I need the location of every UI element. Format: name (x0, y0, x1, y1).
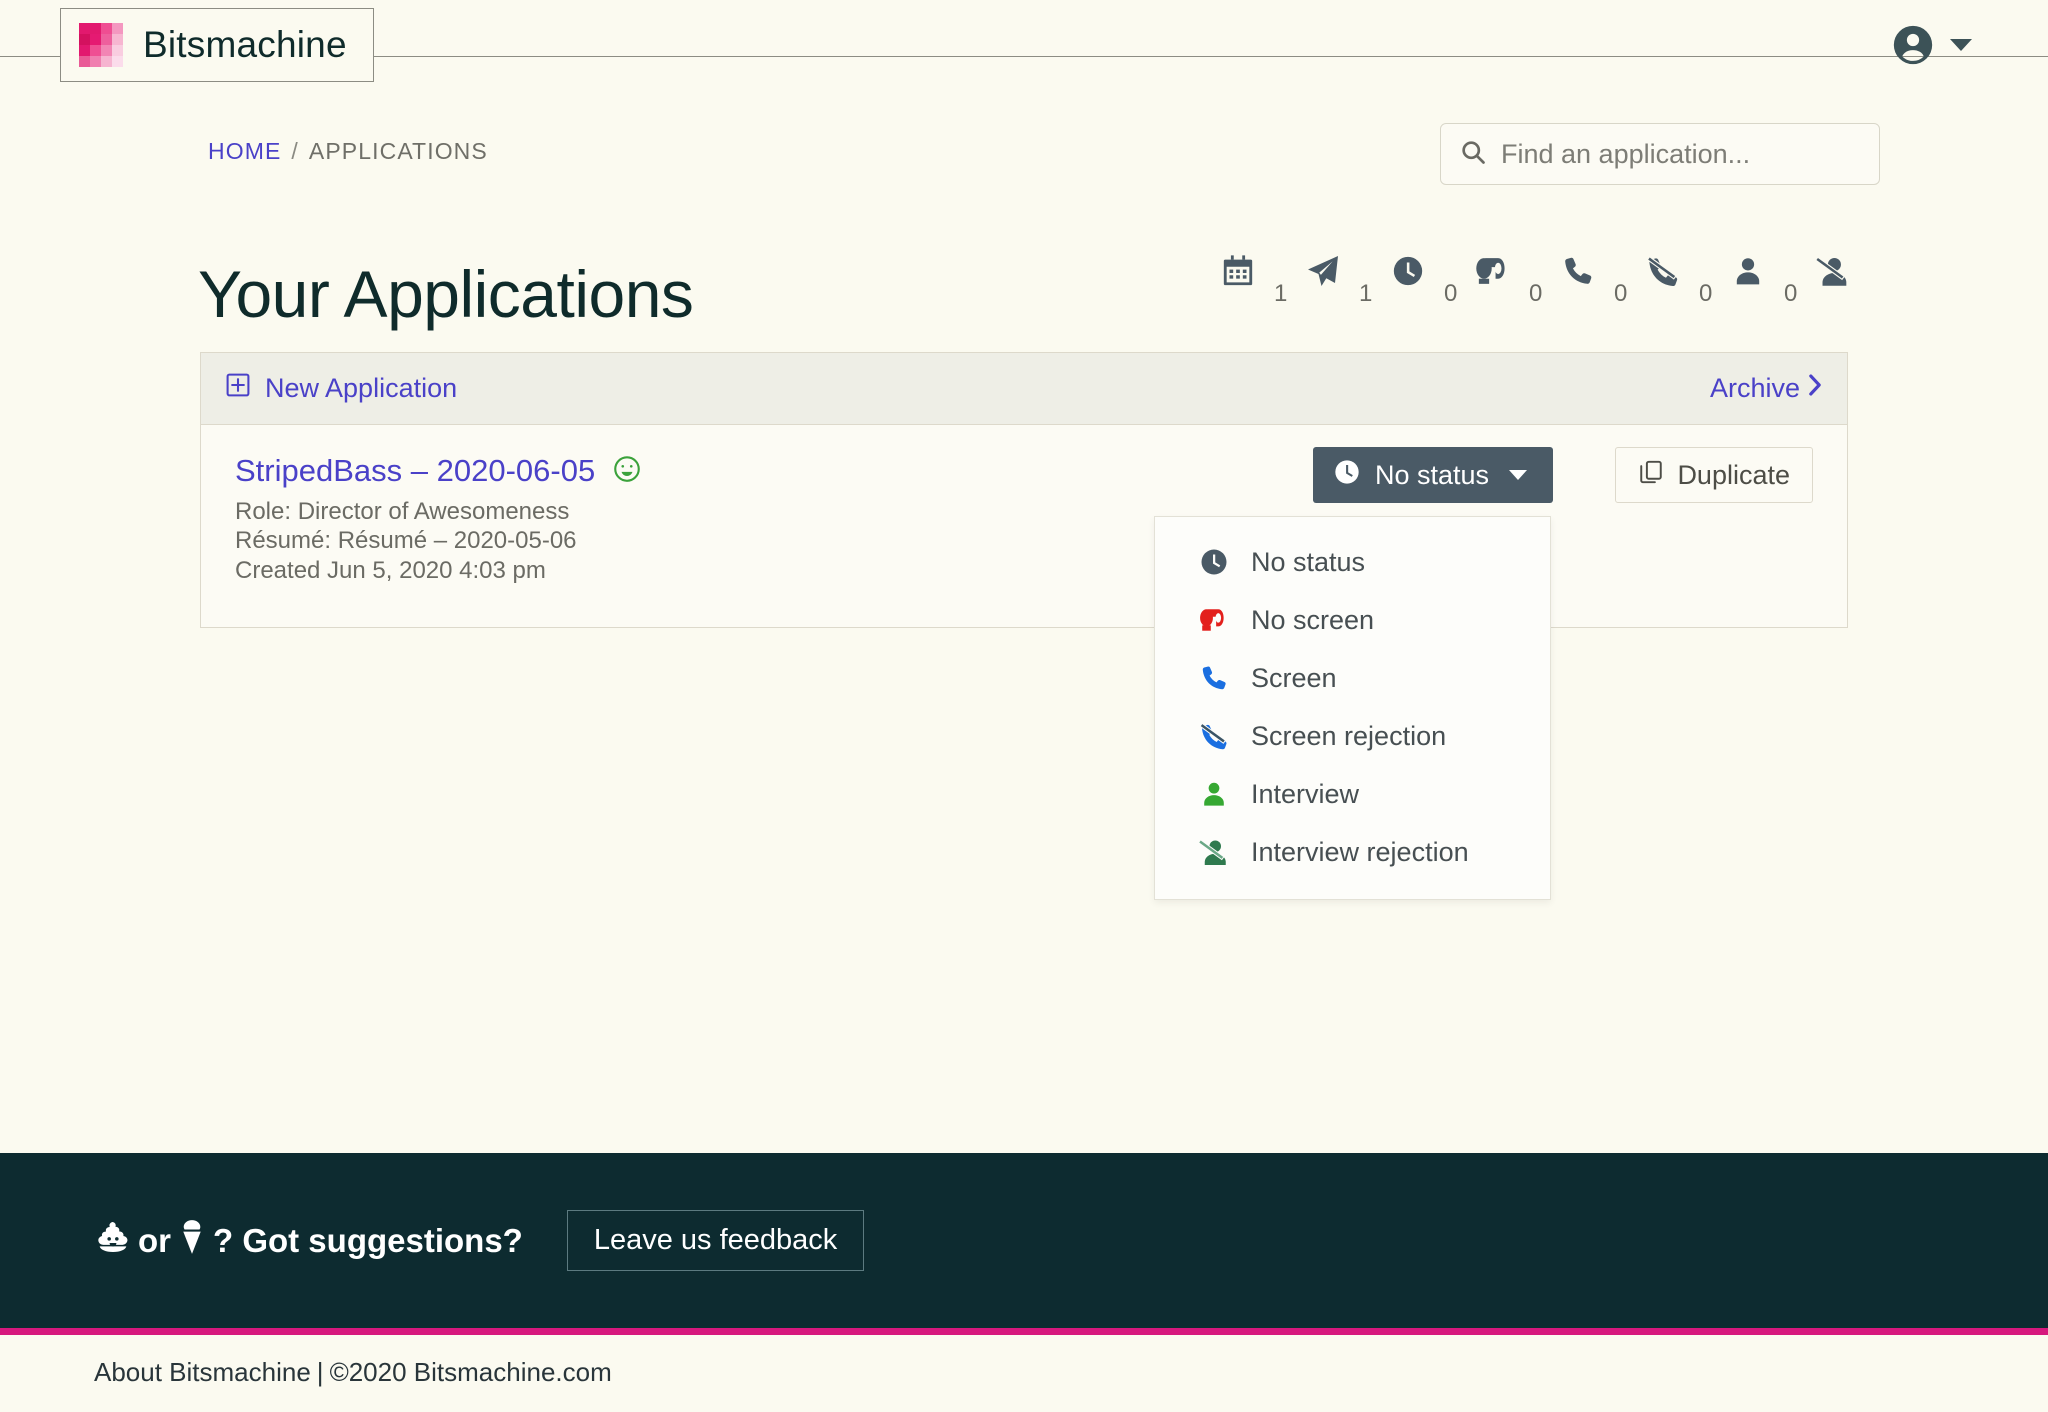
sub-footer-divider: | (317, 1357, 324, 1387)
clock-icon (1333, 458, 1361, 493)
status-dropdown-menu: No status No screen Screen (1154, 516, 1551, 900)
search-icon (1459, 138, 1487, 171)
user-icon (1199, 779, 1229, 809)
stat-count: 0 (1784, 280, 1797, 308)
about-link[interactable]: About Bitsmachine (94, 1357, 311, 1387)
stat-count: 0 (1699, 280, 1712, 308)
footer-question-text: ? Got suggestions? (213, 1222, 523, 1260)
ice-cream-icon (179, 1219, 205, 1263)
status-dropdown-button[interactable]: No status (1313, 447, 1553, 503)
menu-item-label: Interview rejection (1251, 837, 1469, 868)
leave-feedback-button[interactable]: Leave us feedback (567, 1210, 864, 1271)
breadcrumb-separator: / (291, 138, 299, 164)
page-title: Your Applications (198, 256, 693, 332)
menu-item-label: No screen (1251, 605, 1374, 636)
footer-or-text: or (138, 1222, 171, 1260)
chevron-down-icon[interactable] (1950, 39, 1972, 51)
footer-bar: or ? Got suggestions? Leave us feedback (0, 1153, 2048, 1328)
menu-item-interview[interactable]: Interview (1155, 765, 1550, 823)
menu-item-label: Screen (1251, 663, 1337, 694)
menu-item-screen[interactable]: Screen (1155, 649, 1550, 707)
plus-square-icon (225, 372, 251, 405)
stat-interview-rejection[interactable]: 0 (1790, 240, 1875, 306)
user-slash-icon (1816, 254, 1850, 293)
stat-calendar[interactable] (1195, 240, 1280, 306)
stat-count: 1 (1359, 280, 1372, 308)
phone-icon (1562, 254, 1594, 293)
status-button-label: No status (1375, 460, 1489, 491)
search-input[interactable]: Find an application... (1440, 123, 1880, 185)
duplicate-label: Duplicate (1677, 460, 1790, 491)
status-summary-row: 1 1 0 (1195, 240, 1875, 306)
account-menu[interactable] (1890, 22, 1972, 68)
footer-message: or ? Got suggestions? (96, 1219, 523, 1263)
applications-panel: New Application Archive StripedBass – 20… (200, 352, 1848, 628)
clock-icon (1391, 254, 1425, 293)
breadcrumb-home[interactable]: HOME (208, 138, 281, 164)
pink-accent-bar (0, 1328, 2048, 1335)
user-circle-icon[interactable] (1890, 22, 1936, 68)
archive-link[interactable]: Archive (1710, 373, 1823, 404)
menu-item-screen-rejection[interactable]: Screen rejection (1155, 707, 1550, 765)
user-icon (1732, 254, 1764, 293)
stat-no-screen[interactable]: 0 (1450, 240, 1535, 306)
breadcrumb-current: APPLICATIONS (309, 138, 488, 164)
phone-icon (1199, 663, 1229, 693)
stat-screen[interactable]: 0 (1535, 240, 1620, 306)
brand-name: Bitsmachine (143, 24, 347, 66)
poop-icon (96, 1220, 130, 1262)
caret-down-icon (1509, 470, 1527, 480)
duplicate-button[interactable]: Duplicate (1615, 447, 1813, 503)
application-title-link[interactable]: StripedBass – 2020-06-05 (235, 453, 595, 489)
application-created: Created Jun 5, 2020 4:03 pm (235, 556, 1823, 585)
copyright-text: ©2020 Bitsmachine.com (330, 1357, 612, 1387)
stat-count: 0 (1614, 280, 1627, 308)
toilet-paper-icon (1199, 605, 1229, 635)
menu-item-no-status[interactable]: No status (1155, 533, 1550, 591)
phone-slash-icon (1646, 254, 1680, 293)
breadcrumb: HOME / APPLICATIONS (208, 138, 488, 165)
pixel-grid-logo-icon (79, 23, 123, 67)
stat-interview[interactable]: 0 (1705, 240, 1790, 306)
footer-content: or ? Got suggestions? Leave us feedback (0, 1210, 864, 1271)
stat-count: 0 (1444, 280, 1457, 308)
new-application-label: New Application (265, 373, 457, 404)
search-placeholder: Find an application... (1501, 139, 1750, 170)
application-row: StripedBass – 2020-06-05 Role: Director … (201, 425, 1847, 627)
menu-item-label: Screen rejection (1251, 721, 1446, 752)
archive-label: Archive (1710, 373, 1800, 404)
calendar-icon (1221, 254, 1255, 293)
sub-footer: About Bitsmachine|©2020 Bitsmachine.com (94, 1357, 612, 1388)
stat-screen-rejection[interactable]: 0 (1620, 240, 1705, 306)
smiley-face-icon[interactable] (612, 454, 642, 489)
phone-slash-icon (1199, 721, 1229, 751)
stat-applied[interactable]: 1 (1280, 240, 1365, 306)
copy-icon (1638, 459, 1664, 492)
chevron-right-icon (1807, 373, 1823, 404)
menu-item-no-screen[interactable]: No screen (1155, 591, 1550, 649)
top-bar: Bitsmachine (0, 0, 2048, 108)
stat-count: 1 (1274, 280, 1287, 308)
stat-no-status[interactable]: 1 (1365, 240, 1450, 306)
stat-count: 0 (1529, 280, 1542, 308)
menu-item-label: Interview (1251, 779, 1359, 810)
new-application-button[interactable]: New Application (225, 372, 457, 405)
application-title-row: StripedBass – 2020-06-05 (235, 453, 1823, 489)
clock-icon (1199, 547, 1229, 577)
page-root: Bitsmachine HOME / APPLICATIONS Find an ap… (0, 0, 2048, 1412)
user-slash-icon (1199, 837, 1229, 867)
menu-item-interview-rejection[interactable]: Interview rejection (1155, 823, 1550, 881)
paper-plane-icon (1305, 253, 1341, 294)
application-resume: Résumé: Résumé – 2020-05-06 (235, 526, 1823, 555)
menu-item-label: No status (1251, 547, 1365, 578)
panel-toolbar: New Application Archive (201, 353, 1847, 425)
application-role: Role: Director of Awesomeness (235, 497, 1823, 526)
brand-logo-box[interactable]: Bitsmachine (60, 8, 374, 82)
toilet-paper-icon (1475, 254, 1511, 293)
